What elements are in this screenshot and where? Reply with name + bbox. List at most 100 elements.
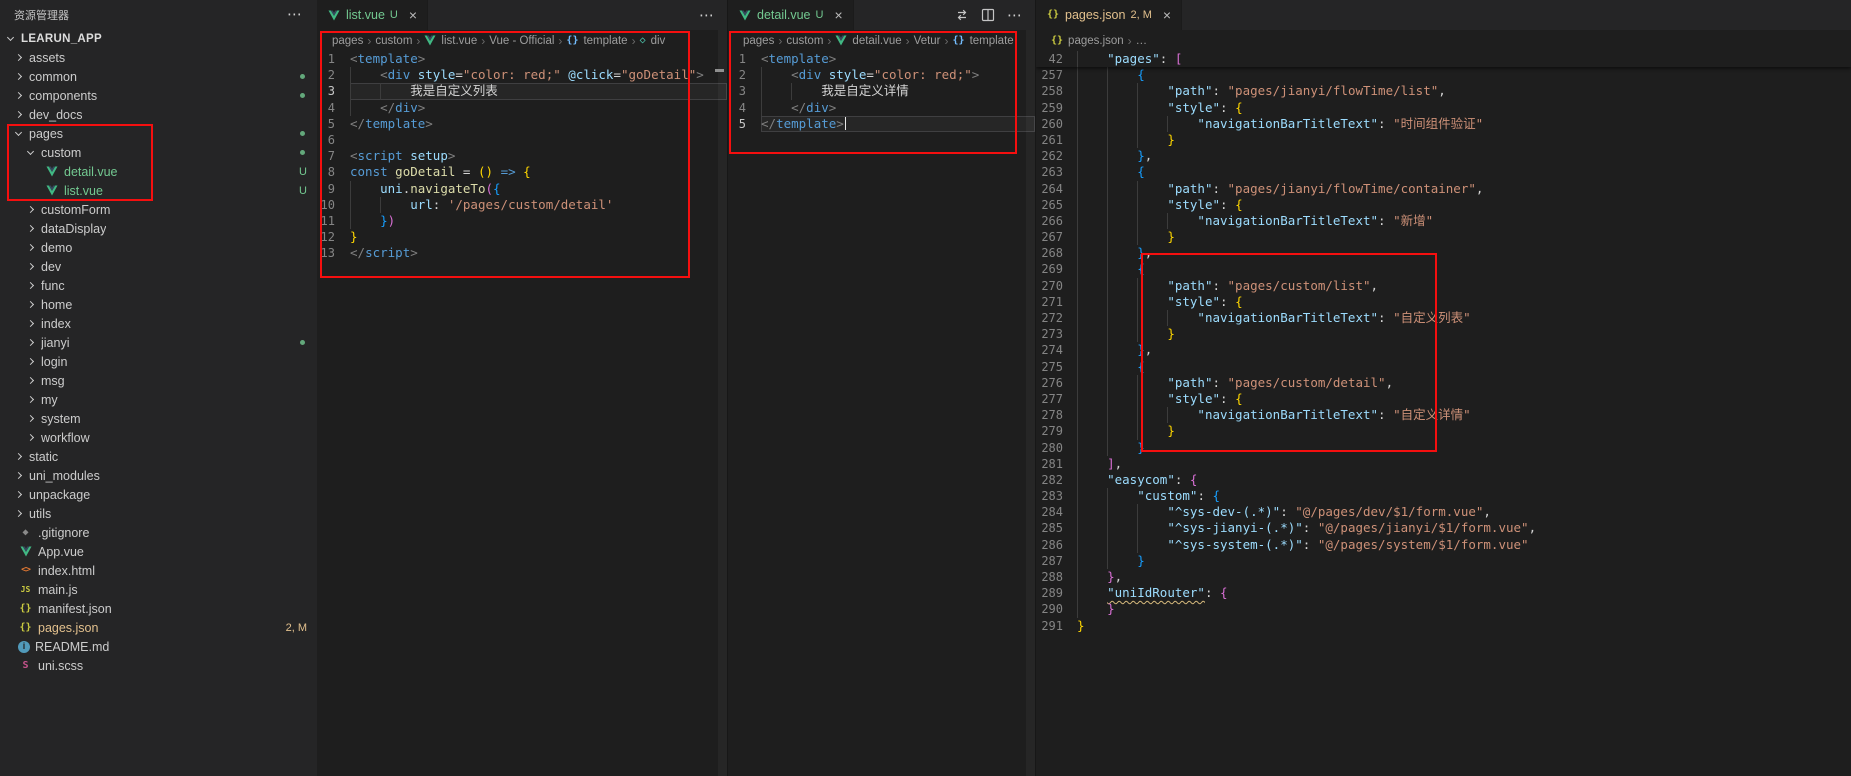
- scrollbar[interactable]: [1026, 30, 1035, 776]
- explorer-item-my[interactable]: my: [0, 390, 317, 409]
- explorer-item-pages[interactable]: pages: [0, 124, 317, 143]
- breadcrumb-item[interactable]: pages: [743, 35, 774, 47]
- code-line[interactable]: 264 "path": "pages/jianyi/flowTime/conta…: [1036, 181, 1851, 197]
- explorer-item-static[interactable]: static: [0, 447, 317, 466]
- code-line[interactable]: 12}: [317, 229, 727, 245]
- code-line[interactable]: 284 "^sys-dev-(.*)": "@/pages/dev/$1/for…: [1036, 504, 1851, 520]
- close-icon[interactable]: ×: [409, 8, 417, 22]
- tab-list-vue[interactable]: list.vue U ×: [317, 0, 428, 30]
- code-line[interactable]: 281 ],: [1036, 456, 1851, 472]
- code-line[interactable]: 4 </div>: [728, 100, 1035, 116]
- code-line[interactable]: 3 我是自定义详情: [728, 83, 1035, 99]
- explorer-item-index[interactable]: index: [0, 314, 317, 333]
- scrollbar[interactable]: [718, 30, 727, 776]
- breadcrumb-item[interactable]: {}template: [953, 35, 1014, 47]
- code-line[interactable]: 290 }: [1036, 601, 1851, 617]
- explorer-item-dev[interactable]: dev: [0, 257, 317, 276]
- code-line[interactable]: 274 },: [1036, 342, 1851, 358]
- breadcrumb-item[interactable]: Vue - Official: [489, 35, 554, 47]
- code-line[interactable]: 5</template>: [728, 116, 1035, 132]
- code-line[interactable]: 283 "custom": {: [1036, 488, 1851, 504]
- code-line[interactable]: 282 "easycom": {: [1036, 472, 1851, 488]
- breadcrumb-item[interactable]: list.vue: [424, 35, 477, 47]
- explorer-item-custom[interactable]: custom: [0, 143, 317, 162]
- explorer-item-workflow[interactable]: workflow: [0, 428, 317, 447]
- explorer-item-uni.scss[interactable]: Suni.scss: [0, 656, 317, 675]
- breadcrumb-item[interactable]: ◇div: [640, 35, 666, 47]
- explorer-item-func[interactable]: func: [0, 276, 317, 295]
- code-line[interactable]: 13</script>: [317, 245, 727, 261]
- explorer-item-App.vue[interactable]: App.vue: [0, 542, 317, 561]
- breadcrumb-item[interactable]: custom: [375, 35, 412, 47]
- code-line[interactable]: 5</template>: [317, 116, 727, 132]
- code-line[interactable]: 6: [317, 132, 727, 148]
- code-line[interactable]: 268 },: [1036, 245, 1851, 261]
- code-line[interactable]: 270 "path": "pages/custom/list",: [1036, 278, 1851, 294]
- explorer-item-pages.json[interactable]: {}pages.json2, M: [0, 618, 317, 637]
- explorer-item-common[interactable]: common: [0, 67, 317, 86]
- code-line[interactable]: 271 "style": {: [1036, 294, 1851, 310]
- code-line[interactable]: 291}: [1036, 618, 1851, 634]
- breadcrumb-item[interactable]: {}pages.json: [1051, 35, 1124, 47]
- code-line[interactable]: 1<template>: [728, 51, 1035, 67]
- code-line[interactable]: 267 }: [1036, 229, 1851, 245]
- code-line[interactable]: 289 "uniIdRouter": {: [1036, 585, 1851, 601]
- code-line[interactable]: 279 }: [1036, 423, 1851, 439]
- code-line[interactable]: 10 url: '/pages/custom/detail': [317, 197, 727, 213]
- tab-detail-vue[interactable]: detail.vue U ×: [728, 0, 854, 30]
- explorer-item-system[interactable]: system: [0, 409, 317, 428]
- code-line[interactable]: 277 "style": {: [1036, 391, 1851, 407]
- code-line[interactable]: 288 },: [1036, 569, 1851, 585]
- code-line[interactable]: 275 {: [1036, 359, 1851, 375]
- code-line[interactable]: 280 }: [1036, 440, 1851, 456]
- code-line[interactable]: 273 }: [1036, 326, 1851, 342]
- explorer-item-home[interactable]: home: [0, 295, 317, 314]
- code-line[interactable]: 260 "navigationBarTitleText": "时间组件验证": [1036, 116, 1851, 132]
- code-line[interactable]: 11 }): [317, 213, 727, 229]
- explorer-item-utils[interactable]: utils: [0, 504, 317, 523]
- more-actions-button[interactable]: ⋯: [1007, 8, 1023, 23]
- code-line[interactable]: 287 }: [1036, 553, 1851, 569]
- explorer-item-README.md[interactable]: iREADME.md: [0, 637, 317, 656]
- explorer-item-unpackage[interactable]: unpackage: [0, 485, 317, 504]
- code-line[interactable]: 2 <div style="color: red;">: [728, 67, 1035, 83]
- explorer-item-index.html[interactable]: <>index.html: [0, 561, 317, 580]
- code-line[interactable]: 272 "navigationBarTitleText": "自定义列表": [1036, 310, 1851, 326]
- code-line[interactable]: 266 "navigationBarTitleText": "新增": [1036, 213, 1851, 229]
- breadcrumb-item[interactable]: pages: [332, 35, 363, 47]
- code-line[interactable]: 262 },: [1036, 148, 1851, 164]
- explorer-item-detail.vue[interactable]: detail.vueU: [0, 162, 317, 181]
- explorer-item-.gitignore[interactable]: ◆.gitignore: [0, 523, 317, 542]
- code-line[interactable]: 285 "^sys-jianyi-(.*)": "@/pages/jianyi/…: [1036, 520, 1851, 536]
- explorer-item-main.js[interactable]: JSmain.js: [0, 580, 317, 599]
- more-actions-button[interactable]: ⋯: [699, 8, 715, 23]
- breadcrumb-item[interactable]: Vetur: [914, 35, 941, 47]
- code-line[interactable]: 1<template>: [317, 51, 727, 67]
- code-line[interactable]: 261 }: [1036, 132, 1851, 148]
- explorer-item-dataDisplay[interactable]: dataDisplay: [0, 219, 317, 238]
- code-line[interactable]: 278 "navigationBarTitleText": "自定义详情": [1036, 407, 1851, 423]
- explorer-item-login[interactable]: login: [0, 352, 317, 371]
- code-line[interactable]: 8const goDetail = () => {: [317, 164, 727, 180]
- breadcrumb-item[interactable]: detail.vue: [835, 35, 901, 47]
- explorer-item-jianyi[interactable]: jianyi: [0, 333, 317, 352]
- code-line[interactable]: 9 uni.navigateTo({: [317, 181, 727, 197]
- explorer-item-customForm[interactable]: customForm: [0, 200, 317, 219]
- code-line[interactable]: 276 "path": "pages/custom/detail",: [1036, 375, 1851, 391]
- explorer-item-assets[interactable]: assets: [0, 48, 317, 67]
- code-line[interactable]: 7<script setup>: [317, 148, 727, 164]
- explorer-item-components[interactable]: components: [0, 86, 317, 105]
- compare-changes-button[interactable]: [955, 8, 969, 22]
- breadcrumb-item[interactable]: …: [1136, 35, 1148, 47]
- explorer-item-msg[interactable]: msg: [0, 371, 317, 390]
- breadcrumb-item[interactable]: {}template: [566, 35, 627, 47]
- sticky-scroll-line[interactable]: 42 "pages": [: [1036, 51, 1851, 67]
- explorer-more-actions-button[interactable]: ⋯: [287, 7, 303, 22]
- explorer-item-uni_modules[interactable]: uni_modules: [0, 466, 317, 485]
- code-line[interactable]: 4 </div>: [317, 100, 727, 116]
- code-line[interactable]: 2 <div style="color: red;" @click="goDet…: [317, 67, 727, 83]
- explorer-item-list.vue[interactable]: list.vueU: [0, 181, 317, 200]
- breadcrumb-item[interactable]: custom: [786, 35, 823, 47]
- code-line[interactable]: 3 我是自定义列表: [317, 83, 727, 99]
- split-editor-button[interactable]: [981, 8, 995, 22]
